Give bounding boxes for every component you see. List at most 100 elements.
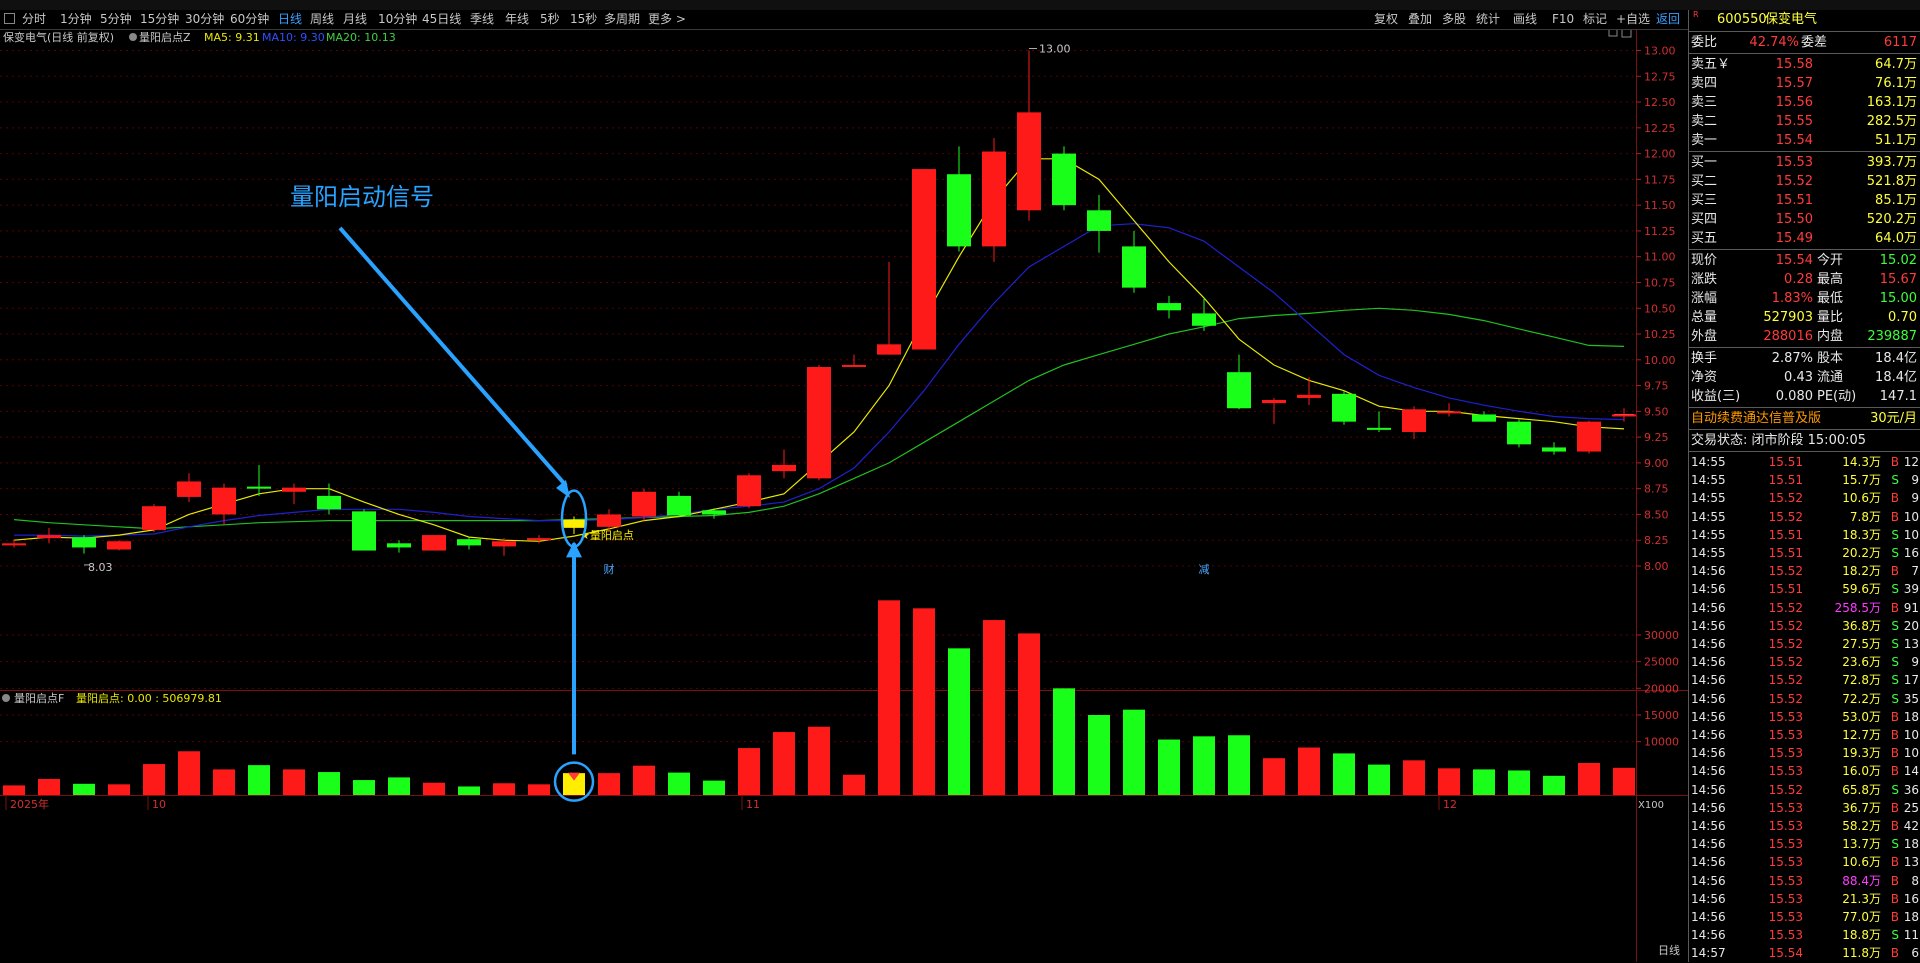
tick-price: 15.52 (1768, 782, 1803, 797)
toolbar-button-5[interactable]: F10 (1552, 11, 1574, 28)
tab-7[interactable]: 周线 (310, 11, 334, 28)
tab-0[interactable]: 分时 (22, 11, 46, 28)
price-tick-label: 11.75 (1644, 173, 1676, 186)
candle-body (492, 541, 516, 547)
tab-2[interactable]: 5分钟 (100, 11, 132, 28)
kline-chart[interactable]: 13.00 12.75 12.50 12.25 12.00 11.75 11.50 11.25… (0, 30, 1688, 962)
tab-14[interactable]: 15秒 (570, 11, 597, 28)
candle-body (1507, 421, 1531, 445)
candle-body (947, 174, 971, 247)
x-axis-label: 12 (1443, 798, 1457, 811)
price-tick-label: 12.25 (1644, 122, 1676, 135)
candle-body (1577, 421, 1601, 452)
tab-12[interactable]: 年线 (505, 11, 529, 28)
diamond-toggle-icon[interactable] (1608, 30, 1618, 37)
price-tick-label: 11.00 (1644, 251, 1676, 264)
tab-16[interactable]: 更多 > (648, 11, 686, 28)
tick-price: 15.53 (1768, 891, 1803, 906)
candle-body (1332, 393, 1356, 422)
volume-bar (493, 783, 515, 795)
panel-divider-line (1689, 249, 1920, 250)
tab-1[interactable]: 1分钟 (60, 11, 92, 28)
tick-price: 15.52 (1768, 618, 1803, 633)
tick-time: 14:56 (1691, 618, 1726, 633)
tick-time: 14:56 (1691, 891, 1726, 906)
toolbar-button-0[interactable]: 复权 (1374, 11, 1398, 28)
tick-count: 14 (1903, 764, 1919, 779)
tick-count: 17 (1903, 673, 1919, 688)
volume-bar (73, 783, 95, 795)
tick-row: 14:56 15.52 72.8万 S 17 (1689, 671, 1920, 690)
tick-side: B (1890, 600, 1899, 615)
volume-bar (948, 648, 970, 795)
tick-count: 20 (1903, 618, 1919, 633)
tick-price: 15.53 (1768, 910, 1803, 924)
candle-body (1402, 409, 1426, 432)
tab-11[interactable]: 季线 (470, 11, 494, 28)
tab-3[interactable]: 15分钟 (140, 11, 179, 28)
bid-label: 买一 (1691, 155, 1718, 170)
tick-volume: 18.3万 (1842, 527, 1881, 542)
toolbar-button-6[interactable]: 标记 (1583, 11, 1607, 28)
restore-window-icon[interactable] (1621, 30, 1632, 38)
stat-label-2: 内盘 (1817, 329, 1844, 344)
toolbar-button-7[interactable]: +自选 (1616, 11, 1650, 28)
volume-bar (1263, 758, 1285, 795)
candle-body (982, 151, 1006, 247)
tick-side: B (1890, 910, 1899, 924)
event-jian-label: 减 (1199, 563, 1210, 576)
stat-row: 涨幅 1.83% 最低 15.00 (1689, 289, 1920, 308)
ask-price: 15.56 (1775, 95, 1813, 110)
volume-gear-icon[interactable] (2, 694, 10, 702)
tab-9[interactable]: 10分钟 (378, 11, 417, 28)
ask-volume: 163.1万 (1866, 95, 1917, 110)
tab-6[interactable]: 日线 (278, 11, 302, 28)
ma10-label: MA10: 9.30 (262, 31, 325, 44)
tick-side: B (1890, 728, 1899, 742)
tab-8[interactable]: 月线 (343, 11, 367, 28)
panel-divider-line (1689, 53, 1920, 54)
ask-price: 15.54 (1775, 133, 1813, 148)
toolbar-button-2[interactable]: 多股 (1442, 11, 1466, 28)
tick-count: 7 (1911, 564, 1919, 579)
tick-price: 15.53 (1768, 873, 1803, 888)
volume-bar (318, 772, 340, 795)
tab-5[interactable]: 60分钟 (230, 11, 269, 28)
signal-label: ★量阳启点 (580, 529, 634, 542)
tick-side: S (1891, 655, 1899, 670)
stat-value: 1.83% (1771, 291, 1813, 306)
tick-count: 10 (1903, 527, 1919, 542)
tick-row: 14:56 15.53 12.7万 B 10 (1689, 726, 1920, 745)
toolbar-button-3[interactable]: 统计 (1476, 11, 1500, 28)
ask-volume: 282.5万 (1866, 114, 1917, 129)
tick-side: B (1890, 564, 1899, 579)
toolbar-button-4[interactable]: 画线 (1513, 11, 1537, 28)
toolbar-button-1[interactable]: 叠加 (1408, 11, 1432, 28)
stat-label: 现价 (1691, 253, 1718, 268)
promo-row[interactable]: 自动续费通达信普及版 30元/月 (1689, 409, 1920, 428)
tab-10[interactable]: 45日线 (422, 11, 461, 28)
candle-body (457, 539, 481, 546)
tab-13[interactable]: 5秒 (540, 11, 560, 28)
tick-count: 13 (1903, 855, 1919, 870)
candle-body (562, 519, 586, 528)
stat2-value: 0.43 (1784, 370, 1813, 385)
tick-price: 15.52 (1768, 637, 1803, 651)
tab-15[interactable]: 多周期 (604, 11, 640, 28)
volume-bar (1578, 763, 1600, 795)
close-icon[interactable] (4, 13, 15, 24)
price-tick-label: 8.25 (1644, 534, 1669, 547)
weicha-label: 委差 (1801, 35, 1828, 50)
tab-4[interactable]: 30分钟 (185, 11, 224, 28)
volume-bar (738, 748, 760, 795)
volume-bar (423, 782, 445, 795)
stat2-label: 换手 (1691, 351, 1718, 366)
tick-count: 10 (1903, 746, 1919, 761)
indicator-gear-icon[interactable] (129, 33, 137, 41)
tick-price: 15.52 (1768, 655, 1803, 670)
tick-price: 15.52 (1768, 673, 1803, 688)
stat2-value-2: 18.4亿 (1875, 351, 1917, 366)
toolbar-button-8[interactable]: 返回 (1656, 11, 1680, 28)
event-cai-label: 财 (604, 562, 615, 576)
candle-body (667, 495, 691, 516)
